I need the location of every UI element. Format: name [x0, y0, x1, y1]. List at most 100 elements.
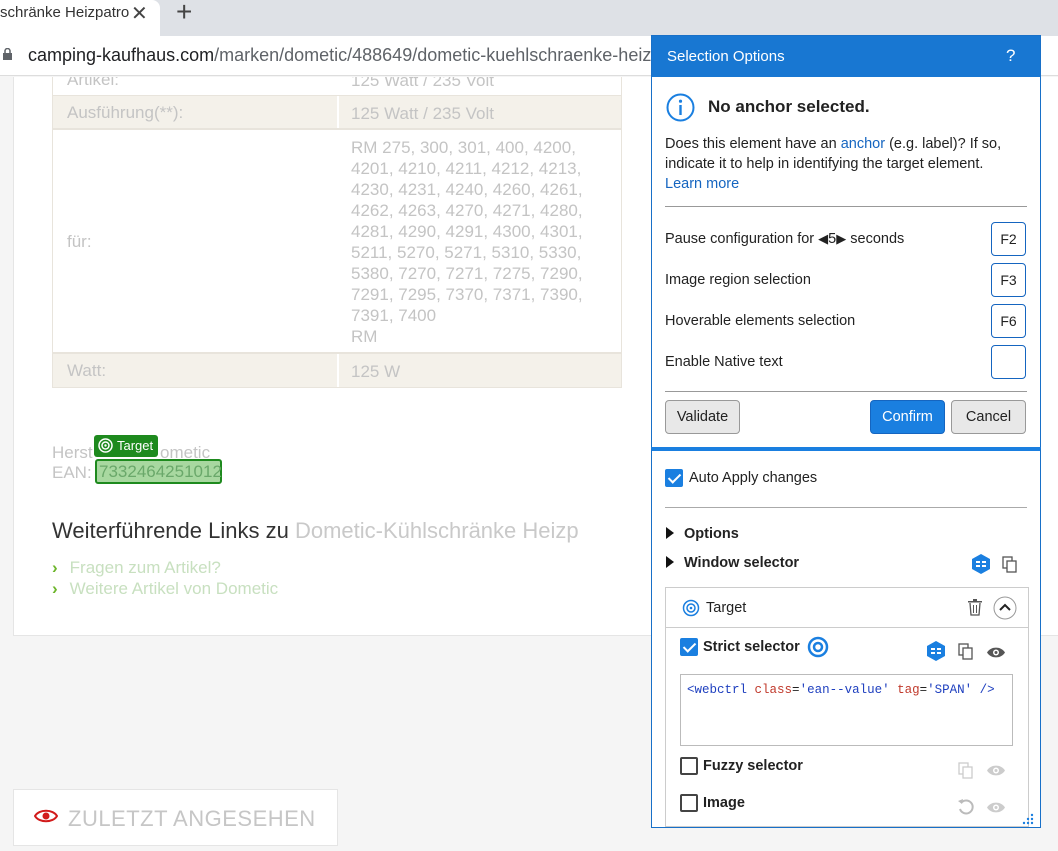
expand-options-icon[interactable] [666, 527, 674, 539]
decrease-icon[interactable]: ◀ [818, 231, 828, 246]
fuzzy-selector-checkbox[interactable] [680, 757, 698, 775]
confirm-button[interactable]: Confirm [870, 400, 945, 434]
learn-more-link[interactable]: Learn more [665, 176, 739, 192]
divider [665, 391, 1027, 392]
link-weitere-artikel[interactable]: › Weitere Artikel von Dometic [52, 579, 278, 599]
spec-value: 125 W [351, 362, 401, 381]
links-heading-prefix: Weiterführende Links zu [52, 518, 289, 543]
lock-icon [3, 48, 12, 60]
target-label: Target [706, 600, 747, 616]
ean-value: 7332464251012 [99, 462, 222, 481]
cancel-button[interactable]: Cancel [951, 400, 1026, 434]
spec-row-artikel: Artikel: 125 Watt / 235 Volt [52, 77, 622, 97]
dialog-heading: No anchor selected. [708, 97, 870, 116]
link-text: Fragen zum Artikel? [69, 558, 221, 577]
link-fragen[interactable]: › Fragen zum Artikel? [52, 558, 221, 578]
anchor-link[interactable]: anchor [841, 136, 885, 152]
chevron-right-icon: › [52, 558, 58, 577]
hotkey-f2[interactable]: F2 [991, 222, 1026, 256]
copy-icon[interactable] [1002, 556, 1018, 573]
fuzzy-selector-label: Fuzzy selector [703, 758, 803, 774]
increase-icon[interactable]: ▶ [836, 231, 846, 246]
spec-key: Ausführung(**): [67, 103, 184, 122]
links-heading-accent: Dometic-Kühlschränke Heizp [294, 518, 579, 543]
dialog-title: Selection Options [667, 48, 785, 65]
hotkey-native-text[interactable] [991, 345, 1026, 379]
spec-value: RM 275, 300, 301, 400, 4200, 4201, 4210,… [351, 138, 583, 325]
code-attr: tag [897, 683, 920, 697]
hotkey-f3[interactable]: F3 [991, 263, 1026, 297]
pause-config-label: Pause configuration for ◀5▶ seconds [665, 231, 904, 247]
auto-apply-label: Auto Apply changes [689, 470, 818, 486]
selection-options-dialog: Selection Options ? No anchor selected. … [651, 35, 1041, 448]
links-heading: Weiterführende Links zu Dometic-Kühlschr… [52, 518, 579, 544]
copy-icon [958, 762, 973, 779]
window-selector-label[interactable]: Window selector [684, 555, 799, 571]
spec-row-fuer: für: RM 275, 300, 301, 400, 4200, 4201, … [52, 129, 622, 353]
code-close: /> [979, 683, 995, 697]
code-value: 'ean--value' [799, 683, 890, 697]
info-icon [666, 93, 695, 122]
divider [665, 507, 1027, 508]
resize-handle-icon[interactable] [1022, 813, 1034, 825]
image-region-label: Image region selection [665, 272, 811, 288]
link-text: Weitere Artikel von Dometic [69, 579, 279, 598]
code-attr: class [754, 683, 793, 697]
target-icon [682, 599, 700, 617]
image-checkbox[interactable] [680, 794, 698, 812]
validate-button[interactable]: Validate [665, 400, 740, 434]
desc-text: Does this element have an [665, 136, 841, 152]
url-text: camping-kaufhaus.com/marken/dometic/4886… [28, 45, 661, 66]
strict-target-icon[interactable] [807, 636, 829, 658]
hoverable-elements-label: Hoverable elements selection [665, 313, 856, 329]
hotkey-f6[interactable]: F6 [991, 304, 1026, 338]
strict-selector-code[interactable]: <webctrl class='ean--value' tag='SPAN' /… [680, 674, 1013, 746]
refresh-icon [958, 799, 974, 815]
options-section-label[interactable]: Options [684, 526, 739, 542]
hierarchy-icon[interactable] [925, 640, 947, 662]
pause-label-text: Pause configuration for [665, 231, 815, 247]
strict-selector-checkbox[interactable] [680, 638, 698, 656]
spec-row-ausfuehrung: Ausführung(**): 125 Watt / 235 Volt [52, 95, 622, 129]
target-tag-label: Target [117, 438, 154, 453]
collapse-icon[interactable] [993, 596, 1017, 620]
code-tag: <webctrl [687, 683, 748, 697]
dialog-header: Selection Options ? [652, 36, 1040, 77]
hierarchy-icon[interactable] [970, 553, 992, 575]
target-section-header: Target [666, 588, 1028, 628]
browser-tab-bar: schränke Heizpatro ✕ + [0, 0, 1058, 36]
tab-title: schränke Heizpatro [0, 4, 130, 21]
ean-value-highlight[interactable]: 7332464251012 [95, 459, 222, 484]
new-tab-icon[interactable]: + [176, 0, 192, 28]
native-text-label: Enable Native text [665, 354, 783, 370]
eye-icon [987, 765, 1005, 776]
eye-icon [987, 802, 1005, 813]
dialog-description: Does this element have an anchor (e.g. l… [665, 134, 1015, 194]
image-label: Image [703, 795, 745, 811]
spec-row-watt: Watt: 125 W [52, 353, 622, 388]
trash-icon[interactable] [968, 599, 982, 616]
auto-apply-checkbox[interactable] [665, 469, 683, 487]
spec-key: Watt: [67, 361, 107, 380]
target-icon [98, 438, 113, 453]
expand-window-selector-icon[interactable] [666, 556, 674, 568]
spec-key: für: [67, 232, 92, 251]
close-tab-icon[interactable]: ✕ [131, 1, 148, 26]
eye-icon[interactable] [986, 646, 1006, 659]
copy-icon[interactable] [958, 643, 974, 660]
chevron-right-icon: › [52, 579, 58, 598]
browser-tab[interactable]: schränke Heizpatro ✕ [0, 0, 160, 36]
pause-seconds-label: seconds [850, 231, 905, 247]
spec-value-extra: RM [351, 327, 378, 346]
selector-properties-panel: Auto Apply changes Options Window select… [651, 447, 1041, 828]
strict-selector-label: Strict selector [703, 639, 800, 655]
recently-viewed-tab[interactable]: ZULETZT ANGESEHEN [13, 789, 338, 846]
help-icon[interactable]: ? [1006, 46, 1015, 66]
url-host: camping-kaufhaus.com [28, 45, 215, 65]
divider [665, 206, 1027, 207]
eye-icon [34, 809, 58, 823]
hersteller-label: Herst [52, 443, 93, 462]
spec-value: 125 Watt / 235 Volt [351, 104, 495, 123]
target-tag: Target [94, 435, 158, 457]
url-path: /marken/dometic/488649/dometic-kuehlschr… [214, 45, 662, 65]
